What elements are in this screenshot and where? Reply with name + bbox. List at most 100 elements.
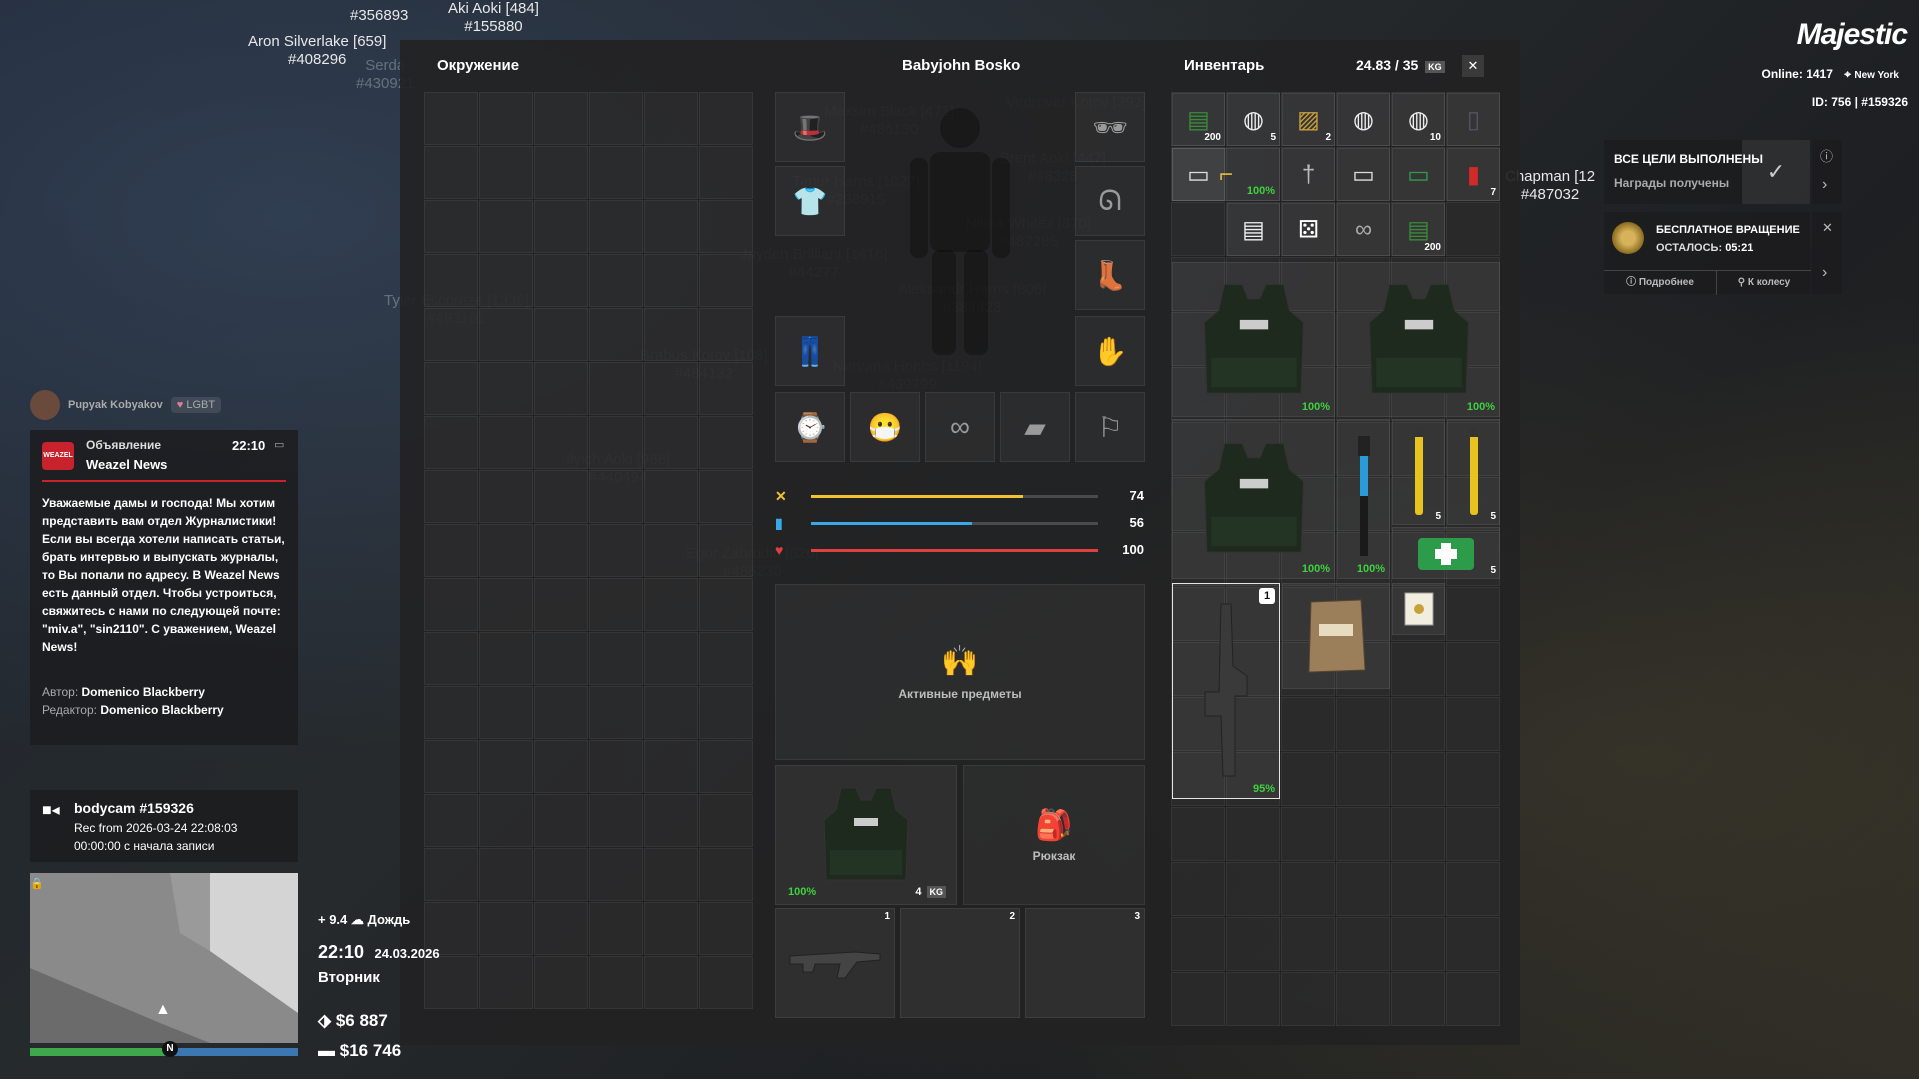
inventory-item-green-card[interactable]: ▭	[1392, 148, 1445, 201]
grid-cell[interactable]	[699, 146, 753, 199]
grid-cell[interactable]	[1391, 862, 1445, 916]
grid-cell[interactable]	[1226, 917, 1280, 971]
grid-cell[interactable]	[1281, 917, 1335, 971]
grid-cell[interactable]	[479, 416, 533, 469]
grid-cell[interactable]	[424, 416, 478, 469]
grid-cell[interactable]	[424, 794, 478, 847]
grid-cell[interactable]	[699, 740, 753, 793]
grid-cell[interactable]	[424, 200, 478, 253]
grid-cell[interactable]	[644, 92, 698, 145]
grid-cell[interactable]	[644, 740, 698, 793]
grid-cell[interactable]	[644, 200, 698, 253]
grid-cell[interactable]	[589, 686, 643, 739]
grid-cell[interactable]	[644, 308, 698, 361]
grid-cell[interactable]	[644, 470, 698, 523]
grid-cell[interactable]	[1391, 972, 1445, 1026]
grid-cell[interactable]	[1446, 697, 1500, 751]
grid-cell[interactable]	[644, 146, 698, 199]
grid-cell[interactable]	[1171, 972, 1225, 1026]
grid-cell[interactable]	[1391, 697, 1445, 751]
grid-cell[interactable]	[479, 308, 533, 361]
slot-necklace[interactable]: ᘏ	[1075, 166, 1145, 236]
grid-cell[interactable]	[589, 470, 643, 523]
grid-cell[interactable]	[534, 524, 588, 577]
flashlight-item[interactable]: 100%	[1337, 419, 1390, 579]
inventory-item-knife[interactable]: †	[1282, 148, 1335, 201]
grid-cell[interactable]	[479, 740, 533, 793]
grid-cell[interactable]	[479, 902, 533, 955]
flare-item-1[interactable]: 5	[1392, 419, 1445, 525]
hotbar-slot-2[interactable]: 2	[900, 908, 1020, 1018]
grid-cell[interactable]	[479, 362, 533, 415]
grid-cell[interactable]	[1281, 697, 1335, 751]
active-items-area[interactable]: 🙌 Активные предметы	[775, 584, 1145, 760]
grid-cell[interactable]	[1446, 587, 1500, 641]
grid-cell[interactable]	[479, 686, 533, 739]
goals-card[interactable]: ВСЕ ЦЕЛИ ВЫПОЛНЕНЫ Награды получены ✓	[1604, 140, 1810, 204]
slot-earrings[interactable]: ∞	[925, 392, 995, 462]
grid-cell[interactable]	[1281, 862, 1335, 916]
grid-cell[interactable]	[534, 416, 588, 469]
grid-cell[interactable]	[534, 578, 588, 631]
inventory-item-license-card[interactable]: ▭	[1172, 148, 1225, 201]
grid-cell[interactable]	[589, 740, 643, 793]
grid-cell[interactable]	[479, 794, 533, 847]
rifle-item[interactable]: 1 95%	[1172, 583, 1280, 799]
grid-cell[interactable]	[699, 794, 753, 847]
grid-cell[interactable]	[644, 794, 698, 847]
grid-cell[interactable]	[1336, 862, 1390, 916]
grid-cell[interactable]	[589, 416, 643, 469]
grid-cell[interactable]	[1336, 917, 1390, 971]
grid-cell[interactable]	[534, 632, 588, 685]
grid-cell[interactable]	[589, 308, 643, 361]
inventory-item-cash-stack[interactable]: ▤ 200	[1392, 203, 1445, 256]
spin-more-button[interactable]: ⓘ Подробнее	[1604, 270, 1716, 295]
grid-cell[interactable]	[1226, 807, 1280, 861]
grid-cell[interactable]	[699, 848, 753, 901]
grid-cell[interactable]	[699, 362, 753, 415]
hotbar-slot-3[interactable]: 3	[1025, 908, 1145, 1018]
grid-cell[interactable]	[1171, 862, 1225, 916]
grid-cell[interactable]	[479, 254, 533, 307]
grid-cell[interactable]	[699, 200, 753, 253]
grid-cell[interactable]	[1391, 807, 1445, 861]
grid-cell[interactable]	[1446, 642, 1500, 696]
grid-cell[interactable]	[479, 632, 533, 685]
certificate-item[interactable]	[1392, 583, 1445, 635]
grid-cell[interactable]	[424, 470, 478, 523]
grid-cell[interactable]	[1446, 862, 1500, 916]
grid-cell[interactable]	[589, 146, 643, 199]
grid-cell[interactable]	[644, 578, 698, 631]
inventory-item-id-card[interactable]: ▭	[1337, 148, 1390, 201]
grid-cell[interactable]	[1336, 807, 1390, 861]
grid-cell[interactable]	[699, 524, 753, 577]
slot-watch[interactable]: ⌚	[775, 392, 845, 462]
mre-item[interactable]	[1282, 583, 1390, 689]
grid-cell[interactable]	[424, 92, 478, 145]
grid-cell[interactable]	[644, 902, 698, 955]
grid-cell[interactable]	[699, 92, 753, 145]
grid-cell[interactable]	[589, 956, 643, 1009]
grid-cell[interactable]	[699, 578, 753, 631]
slot-shirt[interactable]: 👕	[775, 166, 845, 236]
grid-cell[interactable]	[1281, 807, 1335, 861]
grid-cell[interactable]	[699, 308, 753, 361]
slot-mask[interactable]: 😷	[850, 392, 920, 462]
grid-cell[interactable]	[644, 848, 698, 901]
grid-cell[interactable]	[424, 740, 478, 793]
inventory-item-toilet-paper[interactable]: ◍	[1337, 93, 1390, 146]
grid-cell[interactable]	[644, 632, 698, 685]
grid-cell[interactable]	[1446, 807, 1500, 861]
slot-gloves[interactable]: ✋	[1075, 316, 1145, 386]
inventory-item-document[interactable]: ▤	[1227, 203, 1280, 256]
inventory-close-button[interactable]: ✕	[1462, 55, 1484, 77]
slot-shoes[interactable]: 👢	[1075, 240, 1145, 310]
inventory-item-cash-stack[interactable]: ▤ 200	[1172, 93, 1225, 146]
grid-cell[interactable]	[1336, 697, 1390, 751]
grid-cell[interactable]	[1336, 752, 1390, 806]
grid-cell[interactable]	[479, 470, 533, 523]
grid-cell[interactable]	[589, 254, 643, 307]
grid-cell[interactable]	[589, 794, 643, 847]
grid-cell[interactable]	[699, 686, 753, 739]
grid-cell[interactable]	[589, 902, 643, 955]
